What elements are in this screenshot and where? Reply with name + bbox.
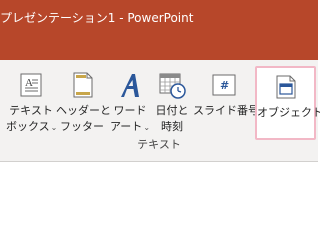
window-title: プレゼンテーション1 - PowerPoint: [0, 11, 194, 25]
date-time-icon: [159, 73, 186, 99]
header-footer-icon: [73, 72, 93, 98]
date-time-label-line1: 日付と: [155, 104, 189, 117]
object-icon: [276, 75, 295, 99]
title-bar: プレゼンテーション1 - PowerPoint: [0, 0, 318, 60]
ribbon-group-label: テキスト: [137, 138, 181, 151]
slide-number-label: スライド番号: [193, 104, 259, 117]
object-label: オブジェクト: [257, 106, 320, 119]
text-box-icon: A: [20, 73, 42, 97]
header-footer-label-line2: フッター: [60, 120, 104, 133]
slide-number-button[interactable]: # スライド番号: [193, 66, 259, 140]
wordart-button[interactable]: ワード アート⌄: [108, 66, 152, 140]
ribbon-insert-tab: A テキスト ボックス⌄ ヘッダーと フッター ワード アート⌄ 日付と 時刻 …: [0, 60, 320, 162]
slide-editing-area[interactable]: [0, 162, 318, 241]
slide-number-icon: #: [212, 74, 236, 96]
text-box-label-line1: テキスト: [9, 104, 53, 117]
header-footer-label-line1: ヘッダーと: [56, 104, 111, 117]
object-button[interactable]: オブジェクト: [255, 66, 320, 140]
wordart-label-line1: ワード: [113, 104, 147, 117]
wordart-icon: [121, 74, 139, 97]
header-footer-button[interactable]: ヘッダーと フッター: [56, 66, 111, 140]
svg-text:A: A: [25, 77, 33, 89]
text-box-label-line2: ボックス: [6, 120, 50, 133]
wordart-label-line2: アート: [109, 120, 143, 133]
date-time-label-line2: 時刻: [161, 120, 183, 133]
chevron-down-icon: ⌄: [143, 123, 151, 132]
text-box-button[interactable]: A テキスト ボックス⌄: [6, 66, 57, 140]
svg-text:#: #: [220, 79, 229, 92]
date-time-button[interactable]: 日付と 時刻: [152, 66, 192, 140]
